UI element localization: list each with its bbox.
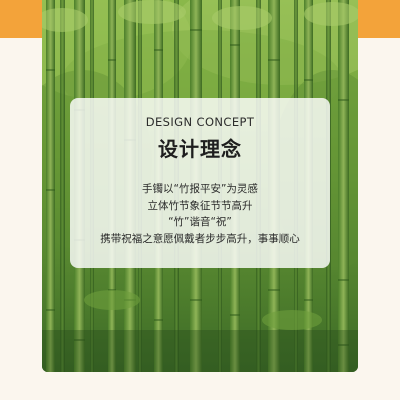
top-accent-right (358, 0, 400, 38)
design-concept-description: 手镯以“竹报平安”为灵感 立体竹节象征节节高升 “竹”谐音“祝” 携带祝福之意愿… (70, 181, 330, 247)
concept-line: 手镯以“竹报平安”为灵感 (142, 183, 258, 195)
bottom-spacer (0, 372, 400, 400)
design-concept-title-cn: 设计理念 (158, 137, 242, 161)
concept-line: 携带祝福之意愿佩戴者步步高升，事事顺心 (100, 232, 300, 245)
top-accent-left (0, 0, 42, 38)
design-concept-card: DESIGN CONCEPT 设计理念 手镯以“竹报平安”为灵感 立体竹节象征节… (70, 98, 330, 268)
product-detail-page: DESIGN CONCEPT 设计理念 手镯以“竹报平安”为灵感 立体竹节象征节… (0, 0, 400, 400)
design-concept-title-en: DESIGN CONCEPT (145, 115, 255, 129)
concept-line: “竹”谐音“祝” (168, 216, 232, 228)
concept-line: 立体竹节象征节节高升 (147, 199, 253, 212)
